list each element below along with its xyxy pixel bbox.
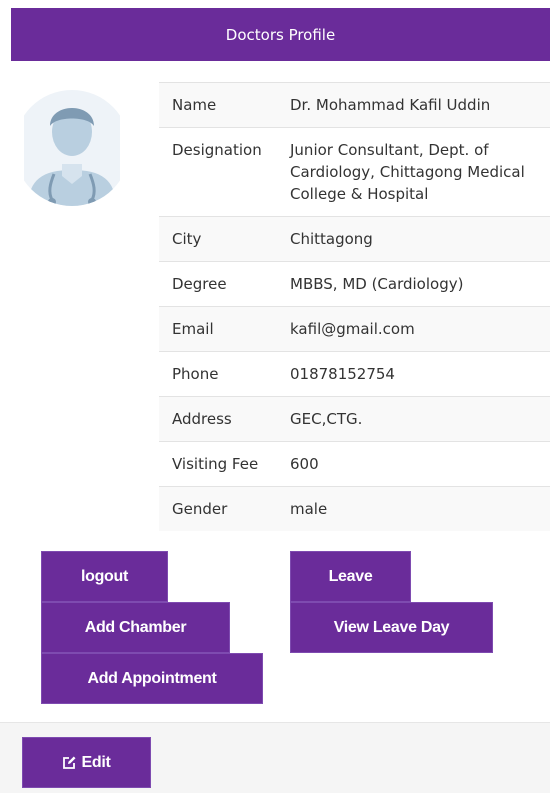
row-value: Junior Consultant, Dept. of Cardiology, … [280,127,550,217]
row-value: kafil@gmail.com [280,306,550,352]
row-value: MBBS, MD (Cardiology) [280,261,550,307]
table-row: Name Dr. Mohammad Kafil Uddin [159,82,550,128]
row-value: Dr. Mohammad Kafil Uddin [280,82,550,128]
row-label: Phone [159,351,280,397]
row-value: 01878152754 [280,351,550,397]
leave-button-label: Leave [328,567,373,585]
table-row: Gender male [159,486,550,531]
table-row: Phone 01878152754 [159,351,550,397]
edit-button[interactable]: Edit [22,737,151,788]
add-appointment-button[interactable]: Add Appointment [41,653,263,704]
logout-button-label: logout [80,567,129,585]
table-row: Designation Junior Consultant, Dept. of … [159,127,550,217]
table-row: Address GEC,CTG. [159,396,550,442]
row-label: Email [159,306,280,352]
add-appointment-button-label: Add Appointment [87,669,217,687]
row-value: GEC,CTG. [280,396,550,442]
table-row: Email kafil@gmail.com [159,306,550,352]
table-row: Degree MBBS, MD (Cardiology) [159,261,550,307]
row-value: male [280,486,550,531]
edit-button-label: Edit [81,753,111,771]
leave-button[interactable]: Leave [290,551,411,602]
page-title: Doctors Profile [225,25,336,44]
profile-table: Name Dr. Mohammad Kafil Uddin Designatio… [159,82,550,531]
view-leave-day-button[interactable]: View Leave Day [290,602,493,653]
row-label: Name [159,82,280,128]
table-row: Visiting Fee 600 [159,441,550,487]
row-value: 600 [280,441,550,487]
add-chamber-button[interactable]: Add Chamber [41,602,230,653]
row-label: Gender [159,486,280,531]
row-label: Address [159,396,280,442]
row-label: Degree [159,261,280,307]
page-header: Doctors Profile [11,8,550,61]
row-label: City [159,216,280,262]
view-leave-day-button-label: View Leave Day [333,618,450,636]
add-chamber-button-label: Add Chamber [84,618,187,636]
edit-icon [63,756,76,769]
row-value: Chittagong [280,216,550,262]
row-label: Visiting Fee [159,441,280,487]
logout-button[interactable]: logout [41,551,168,602]
table-row: City Chittagong [159,216,550,262]
row-label: Designation [159,127,280,217]
doctor-avatar-icon [14,84,130,208]
